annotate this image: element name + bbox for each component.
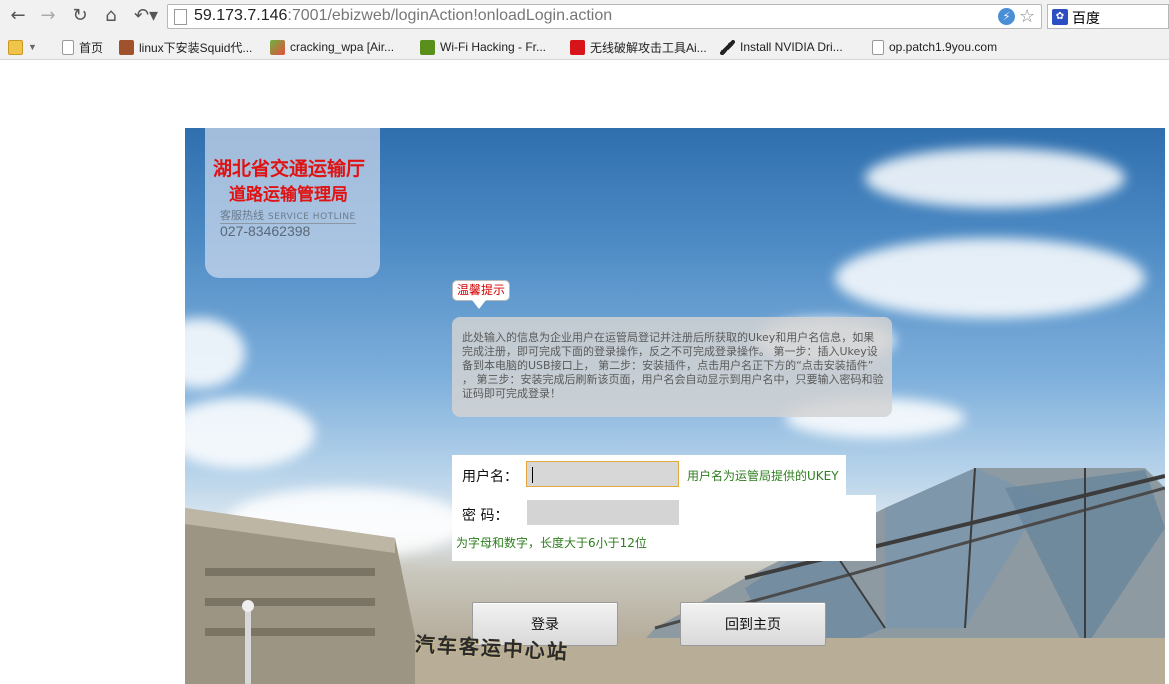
username-label: 用户名： xyxy=(462,469,518,485)
cloud xyxy=(185,318,245,388)
bookmark-item-3[interactable]: Wi-Fi Hacking - Fr... xyxy=(420,38,546,56)
forward-arrow-icon[interactable]: → xyxy=(36,5,60,27)
brand-card: 湖北省交通运输厅 道路运输管理局 客服热线 SERVICE HOTLINE 027… xyxy=(205,128,380,278)
pencil-icon xyxy=(270,39,285,55)
bookmark-item-0[interactable]: 首页 xyxy=(62,38,103,56)
password-label: 密 码： xyxy=(462,508,509,524)
home-icon[interactable]: ⌂ xyxy=(99,5,123,27)
bookmark-item-5[interactable]: Install NVIDIA Dri... xyxy=(720,38,843,56)
bookmark-star-icon[interactable]: ☆ xyxy=(1019,8,1037,26)
b-logo-icon xyxy=(119,39,134,55)
undo-history-icon[interactable]: ↶▾ xyxy=(130,5,162,27)
lightning-icon[interactable]: ⚡ xyxy=(998,8,1015,25)
tip-body: 此处输入的信息为企业用户在运管局登记并注册后所获取的Ukey和用户名信息，如果完… xyxy=(452,317,892,417)
tools-icon xyxy=(720,39,735,55)
cloud xyxy=(865,148,1125,208)
f-logo-icon xyxy=(420,39,435,55)
cloud xyxy=(835,238,1145,318)
url-path: :7001/ebizweb/loginAction!onloadLogin.ac… xyxy=(287,7,613,24)
brand-title-2: 道路运输管理局 xyxy=(229,185,348,205)
bookmark-label: 首页 xyxy=(79,40,104,55)
chevron-down-icon: ▼ xyxy=(28,42,37,52)
hotline-label-en: SERVICE HOTLINE xyxy=(268,212,356,222)
folder-star-icon xyxy=(8,39,23,55)
search-engine-name: 百度 xyxy=(1072,11,1100,27)
bookmark-label: Install NVIDIA Dri... xyxy=(740,40,843,54)
bookmarks-folder-menu[interactable]: ▼ xyxy=(8,38,37,56)
bookmarks-bar: ▼ 首页 linux下安装Squid代... cracking_wpa [Air… xyxy=(0,34,1169,60)
browser-toolbar: ← → ↻ ⌂ ↶▾ 59.173.7.146:7001/ebizweb/log… xyxy=(0,0,1169,34)
hotline-label: 客服热线 SERVICE HOTLINE xyxy=(220,207,356,224)
password-hint: 为字母和数字，长度大于6小于12位 xyxy=(456,536,647,550)
bookmark-item-6[interactable]: op.patch1.9you.com xyxy=(872,38,997,56)
bookmark-item-4[interactable]: 无线破解攻击工具Ai... xyxy=(570,38,707,56)
bookmark-label: linux下安装Squid代... xyxy=(139,40,253,55)
tip-bubble-tail xyxy=(472,300,486,309)
password-input[interactable] xyxy=(527,500,679,525)
hotline-label-cn: 客服热线 xyxy=(220,209,264,222)
hotline-number: 027-83462398 xyxy=(220,223,311,239)
page-icon xyxy=(174,9,187,25)
c-logo-icon xyxy=(570,39,585,55)
username-input[interactable] xyxy=(526,461,679,487)
page-icon xyxy=(872,39,884,55)
address-bar[interactable]: 59.173.7.146:7001/ebizweb/loginAction!on… xyxy=(167,4,1042,29)
back-arrow-icon[interactable]: ← xyxy=(6,5,30,27)
bookmark-label: Wi-Fi Hacking - Fr... xyxy=(440,40,547,54)
reload-icon[interactable]: ↻ xyxy=(68,5,92,27)
tip-title: 温馨提示 xyxy=(452,280,510,301)
page-icon xyxy=(62,39,74,55)
baidu-paw-icon: ✿ xyxy=(1052,9,1068,25)
address-url[interactable]: 59.173.7.146:7001/ebizweb/loginAction!on… xyxy=(194,7,612,25)
url-host: 59.173.7.146 xyxy=(194,7,288,24)
text-caret xyxy=(532,467,533,483)
home-button[interactable]: 回到主页 xyxy=(680,602,826,646)
bookmark-item-1[interactable]: linux下安装Squid代... xyxy=(119,38,252,56)
search-box[interactable]: ✿ 百度 xyxy=(1047,4,1169,29)
brand-title-1: 湖北省交通运输厅 xyxy=(213,158,366,180)
username-hint: 用户名为运管局提供的UKEY xyxy=(687,469,839,483)
bookmark-label: 无线破解攻击工具Ai... xyxy=(590,40,707,55)
bookmark-label: op.patch1.9you.com xyxy=(889,40,998,54)
bookmark-item-2[interactable]: cracking_wpa [Air... xyxy=(270,38,394,56)
bookmark-label: cracking_wpa [Air... xyxy=(290,40,395,54)
